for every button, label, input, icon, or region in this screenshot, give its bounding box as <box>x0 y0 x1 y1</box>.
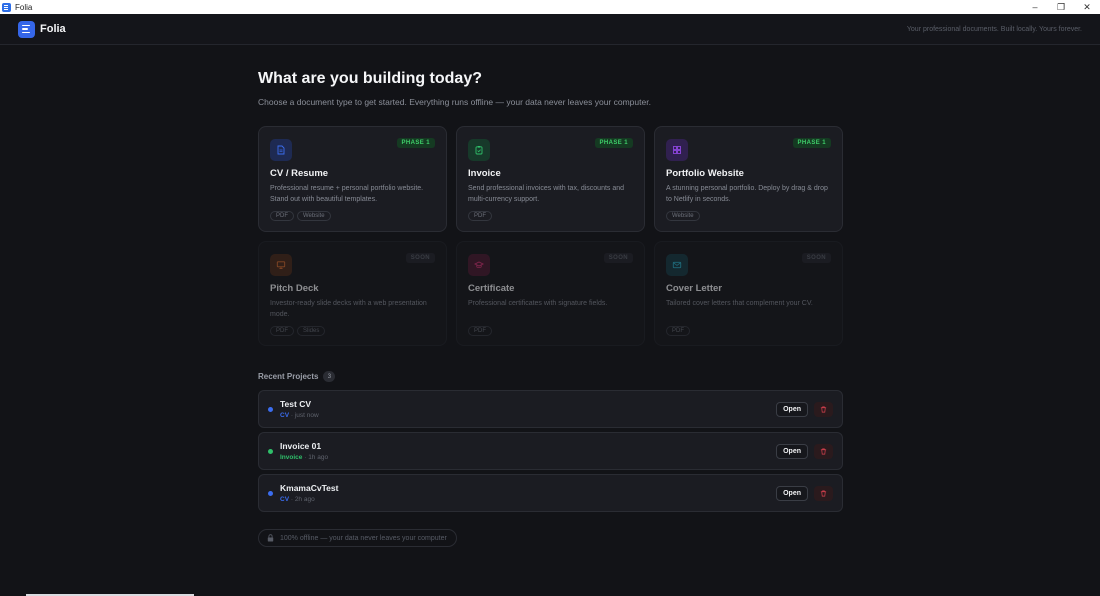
project-name: Test CV <box>280 399 312 409</box>
phase-badge: PHASE 1 <box>594 138 633 148</box>
card-certificate: SOON Certificate Professional certificat… <box>456 241 645 346</box>
soon-badge: SOON <box>801 253 831 263</box>
trash-icon <box>820 448 827 455</box>
open-button[interactable]: Open <box>776 444 808 459</box>
page-subtitle: Choose a document type to get started. E… <box>258 97 651 107</box>
phase-badge: PHASE 1 <box>396 138 435 148</box>
project-name: Invoice 01 <box>280 441 322 451</box>
card-description: Send professional invoices with tax, dis… <box>468 185 625 203</box>
offline-text: 100% offline — your data never leaves yo… <box>280 534 447 542</box>
project-row-kmamacvtest[interactable]: KmamaCvTest CV · 2h ago Open <box>258 474 843 512</box>
card-pitch-deck: SOON Pitch Deck Investor-ready slide dec… <box>258 241 447 346</box>
card-title: Invoice <box>468 168 501 179</box>
minimize-button[interactable]: – <box>1022 0 1048 14</box>
recent-count-badge: 3 <box>323 371 336 382</box>
status-dot <box>268 449 273 454</box>
folia-logo-icon <box>18 20 35 38</box>
tag-website: Website <box>666 211 700 221</box>
recent-projects-title: Recent Projects <box>258 372 319 381</box>
status-dot <box>268 491 273 496</box>
window-title-bar: Folia – ❐ ✕ <box>0 0 1100 14</box>
card-title: Certificate <box>468 283 515 294</box>
recent-projects-header: Recent Projects 3 <box>258 371 336 382</box>
card-description: Professional certificates with signature… <box>468 300 608 307</box>
document-icon <box>270 139 292 161</box>
app-name: Folia <box>40 23 66 35</box>
tag-pdf: PDF <box>270 211 294 221</box>
project-meta: CV · just now <box>280 412 319 419</box>
main-heading: What are you building today? Choose a do… <box>258 70 843 107</box>
open-button[interactable]: Open <box>776 402 808 417</box>
project-row-test-cv[interactable]: Test CV CV · just now Open <box>258 390 843 428</box>
project-row-invoice-01[interactable]: Invoice 01 Invoice · 1h ago Open <box>258 432 843 470</box>
tag-pdf: PDF <box>270 326 294 336</box>
recent-projects-list: Test CV CV · just now Open Invoice 01 In… <box>258 390 843 516</box>
app-header: Folia Your professional documents. Built… <box>0 14 1100 45</box>
tag-website: Website <box>297 211 331 221</box>
delete-button[interactable] <box>814 444 833 459</box>
close-button[interactable]: ✕ <box>1074 0 1100 14</box>
card-description: A stunning personal portfolio. Deploy by… <box>666 185 828 203</box>
card-invoice[interactable]: PHASE 1 Invoice Send professional invoic… <box>456 126 645 232</box>
app-window-icon <box>2 2 11 12</box>
card-portfolio-website[interactable]: PHASE 1 Portfolio Website A stunning per… <box>654 126 843 232</box>
tag-slides: Slides <box>297 326 326 336</box>
delete-button[interactable] <box>814 486 833 501</box>
card-title: Portfolio Website <box>666 168 744 179</box>
delete-button[interactable] <box>814 402 833 417</box>
soon-badge: SOON <box>603 253 633 263</box>
soon-badge: SOON <box>405 253 435 263</box>
card-description: Professional resume + personal portfolio… <box>270 185 424 203</box>
lock-icon <box>267 534 274 542</box>
page-title: What are you building today? <box>258 70 482 87</box>
project-time: · just now <box>290 412 319 419</box>
open-button[interactable]: Open <box>776 486 808 501</box>
card-title: Cover Letter <box>666 283 722 294</box>
project-type: CV <box>280 496 290 503</box>
card-cv-resume[interactable]: PHASE 1 CV / Resume Professional resume … <box>258 126 447 232</box>
document-type-grid: PHASE 1 CV / Resume Professional resume … <box>258 126 843 346</box>
tag-pdf: PDF <box>666 326 690 336</box>
card-title: Pitch Deck <box>270 283 319 294</box>
mail-icon <box>666 254 688 276</box>
project-meta: CV · 2h ago <box>280 496 315 503</box>
monitor-icon <box>270 254 292 276</box>
card-cover-letter: SOON Cover Letter Tailored cover letters… <box>654 241 843 346</box>
maximize-button[interactable]: ❐ <box>1048 0 1074 14</box>
trash-icon <box>820 490 827 497</box>
tag-pdf: PDF <box>468 326 492 336</box>
card-description: Investor-ready slide decks with a web pr… <box>270 300 427 318</box>
project-time: · 1h ago <box>304 454 329 461</box>
card-description: Tailored cover letters that complement y… <box>666 300 813 307</box>
clipboard-icon <box>468 139 490 161</box>
project-type: CV <box>280 412 290 419</box>
grid-icon <box>666 139 688 161</box>
project-meta: Invoice · 1h ago <box>280 454 328 461</box>
trash-icon <box>820 406 827 413</box>
tag-pdf: PDF <box>468 211 492 221</box>
graduation-cap-icon <box>468 254 490 276</box>
status-dot <box>268 407 273 412</box>
project-type: Invoice <box>280 454 303 461</box>
card-title: CV / Resume <box>270 168 329 179</box>
header-tagline: Your professional documents. Built local… <box>906 25 1082 33</box>
offline-notice: 100% offline — your data never leaves yo… <box>258 529 457 547</box>
project-name: KmamaCvTest <box>280 483 339 493</box>
phase-badge: PHASE 1 <box>792 138 831 148</box>
window-title: Folia <box>15 2 33 12</box>
project-time: · 2h ago <box>290 496 315 503</box>
